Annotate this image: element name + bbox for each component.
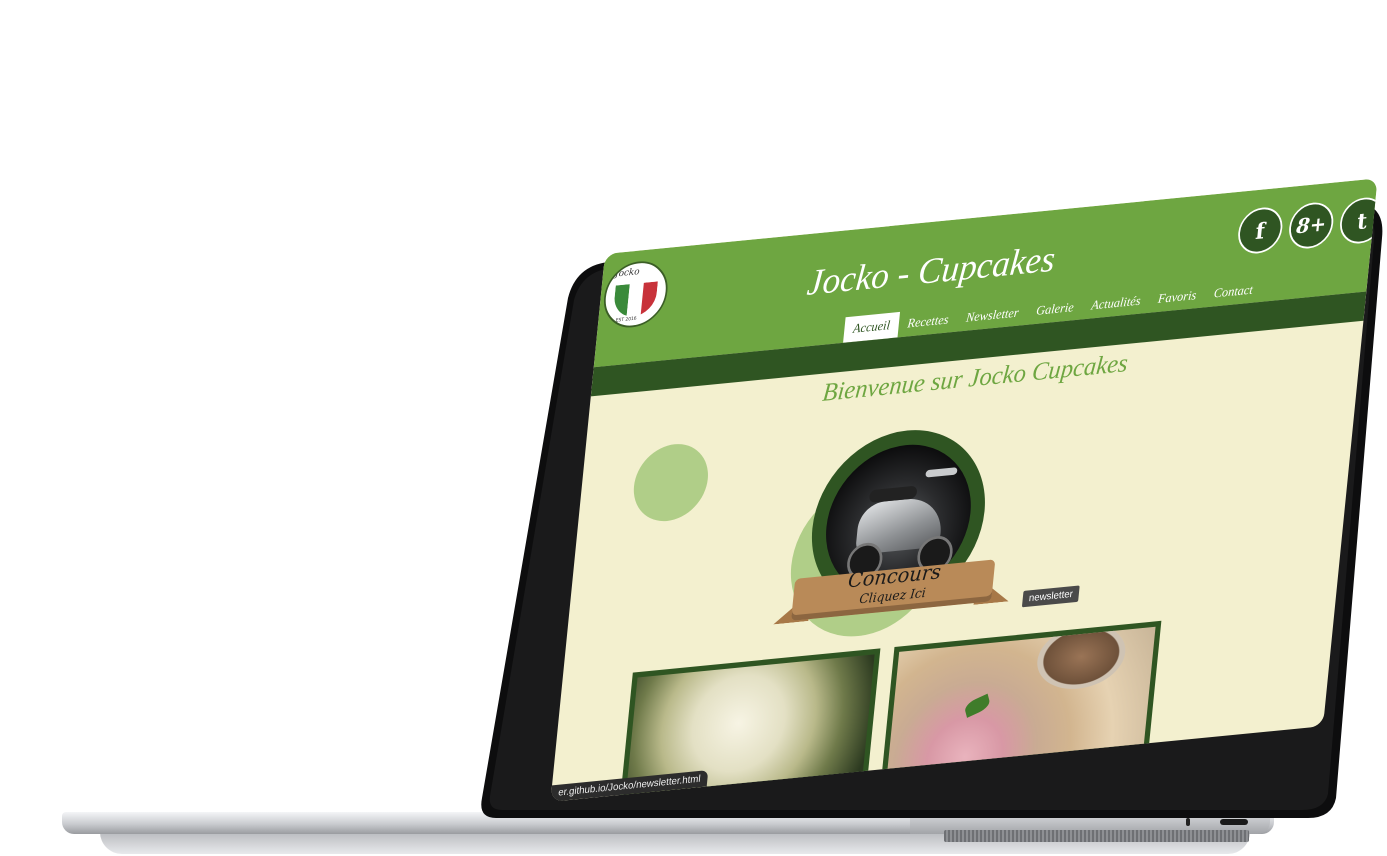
- logo-est: EST 2016: [615, 315, 637, 324]
- italian-flag-icon: [612, 281, 658, 319]
- logo-script: Jocko: [614, 266, 640, 280]
- laptop-lid: Jocko EST 2016 Jocko - Cupcakes f 8+ t A…: [478, 178, 1387, 818]
- site-title: Jocko - Cupcakes: [805, 237, 1058, 304]
- facebook-icon[interactable]: f: [1236, 205, 1285, 256]
- browser-viewport: Jocko EST 2016 Jocko - Cupcakes f 8+ t A…: [550, 178, 1378, 802]
- site-logo[interactable]: Jocko EST 2016: [600, 258, 671, 331]
- device-mockup: Jocko EST 2016 Jocko - Cupcakes f 8+ t A…: [0, 0, 1387, 856]
- google-plus-icon[interactable]: 8+: [1286, 200, 1336, 251]
- decorative-circle: [630, 440, 712, 525]
- twitter-icon[interactable]: t: [1337, 195, 1378, 246]
- laptop-vent: [944, 830, 1249, 842]
- link-tooltip: newsletter: [1021, 585, 1080, 608]
- laptop-port: [1220, 819, 1248, 825]
- laptop-led: [1186, 818, 1190, 826]
